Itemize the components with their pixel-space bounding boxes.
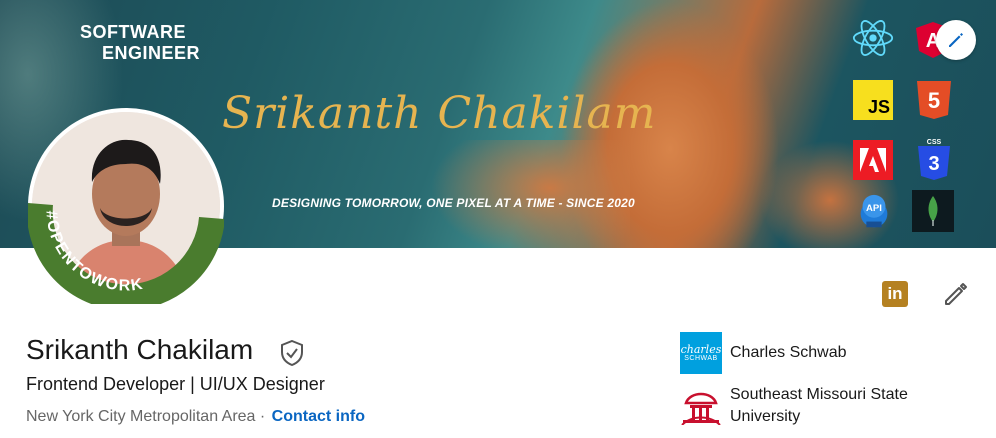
banner-texture [430,140,630,248]
react-icon [852,18,894,58]
verified-shield-icon[interactable] [280,339,304,371]
edit-profile-button[interactable] [942,280,970,313]
css3-icon: CSS 3 [913,138,955,180]
profile-photo[interactable]: #OPENTOWORK [28,108,224,304]
banner-role-line2: ENGINEER [102,43,201,63]
api-label: API [866,203,882,214]
api-icon: API [853,192,895,232]
mongodb-icon [912,190,954,232]
experience-name: Southeast Missouri State University [730,384,908,428]
css-label: 3 [928,153,939,175]
profile-location: New York City Metropolitan Area [26,408,256,425]
semo-logo [680,384,722,426]
html5-icon: 5 [913,80,955,120]
js-icon: JS [853,80,893,120]
experience-name: Charles Schwab [730,344,847,361]
semo-name-line1: Southeast Missouri State [730,386,908,403]
contact-info-link[interactable]: Contact info [272,408,365,425]
profile-location-line: New York City Metropolitan Area · Contac… [26,408,365,426]
linkedin-label: in [887,284,903,303]
banner-role-line1: SOFTWARE [80,22,186,42]
css-small-label: CSS [927,139,942,146]
banner-tagline: DESIGNING TOMORROW, ONE PIXEL AT A TIME … [272,196,635,210]
profile-name: Srikanth Chakilam [26,334,254,365]
experience-item-semo[interactable]: Southeast Missouri State University [680,384,908,428]
schwab-logo-line1: charles [680,343,722,356]
pencil-icon [949,33,963,47]
location-separator: · [255,408,270,425]
banner-signature: Srikanth Chakilam [222,88,657,139]
adobe-icon [853,140,893,180]
banner-role-title: SOFTWARE ENGINEER [80,22,200,64]
js-label: JS [867,97,890,117]
edit-banner-button[interactable] [936,20,976,60]
html-label: 5 [928,88,940,113]
linkedin-icon[interactable]: in [882,281,908,307]
charles-schwab-logo: charles SCHWAB [680,332,722,374]
profile-headline: Frontend Developer | UI/UX Designer [26,374,325,394]
opentowork-frame: #OPENTOWORK [28,203,224,304]
pencil-icon [945,283,967,305]
semo-name-line2: University [730,408,801,425]
experience-item-charles-schwab[interactable]: charles SCHWAB Charles Schwab [680,332,847,374]
schwab-logo-line2: SCHWAB [684,355,718,362]
